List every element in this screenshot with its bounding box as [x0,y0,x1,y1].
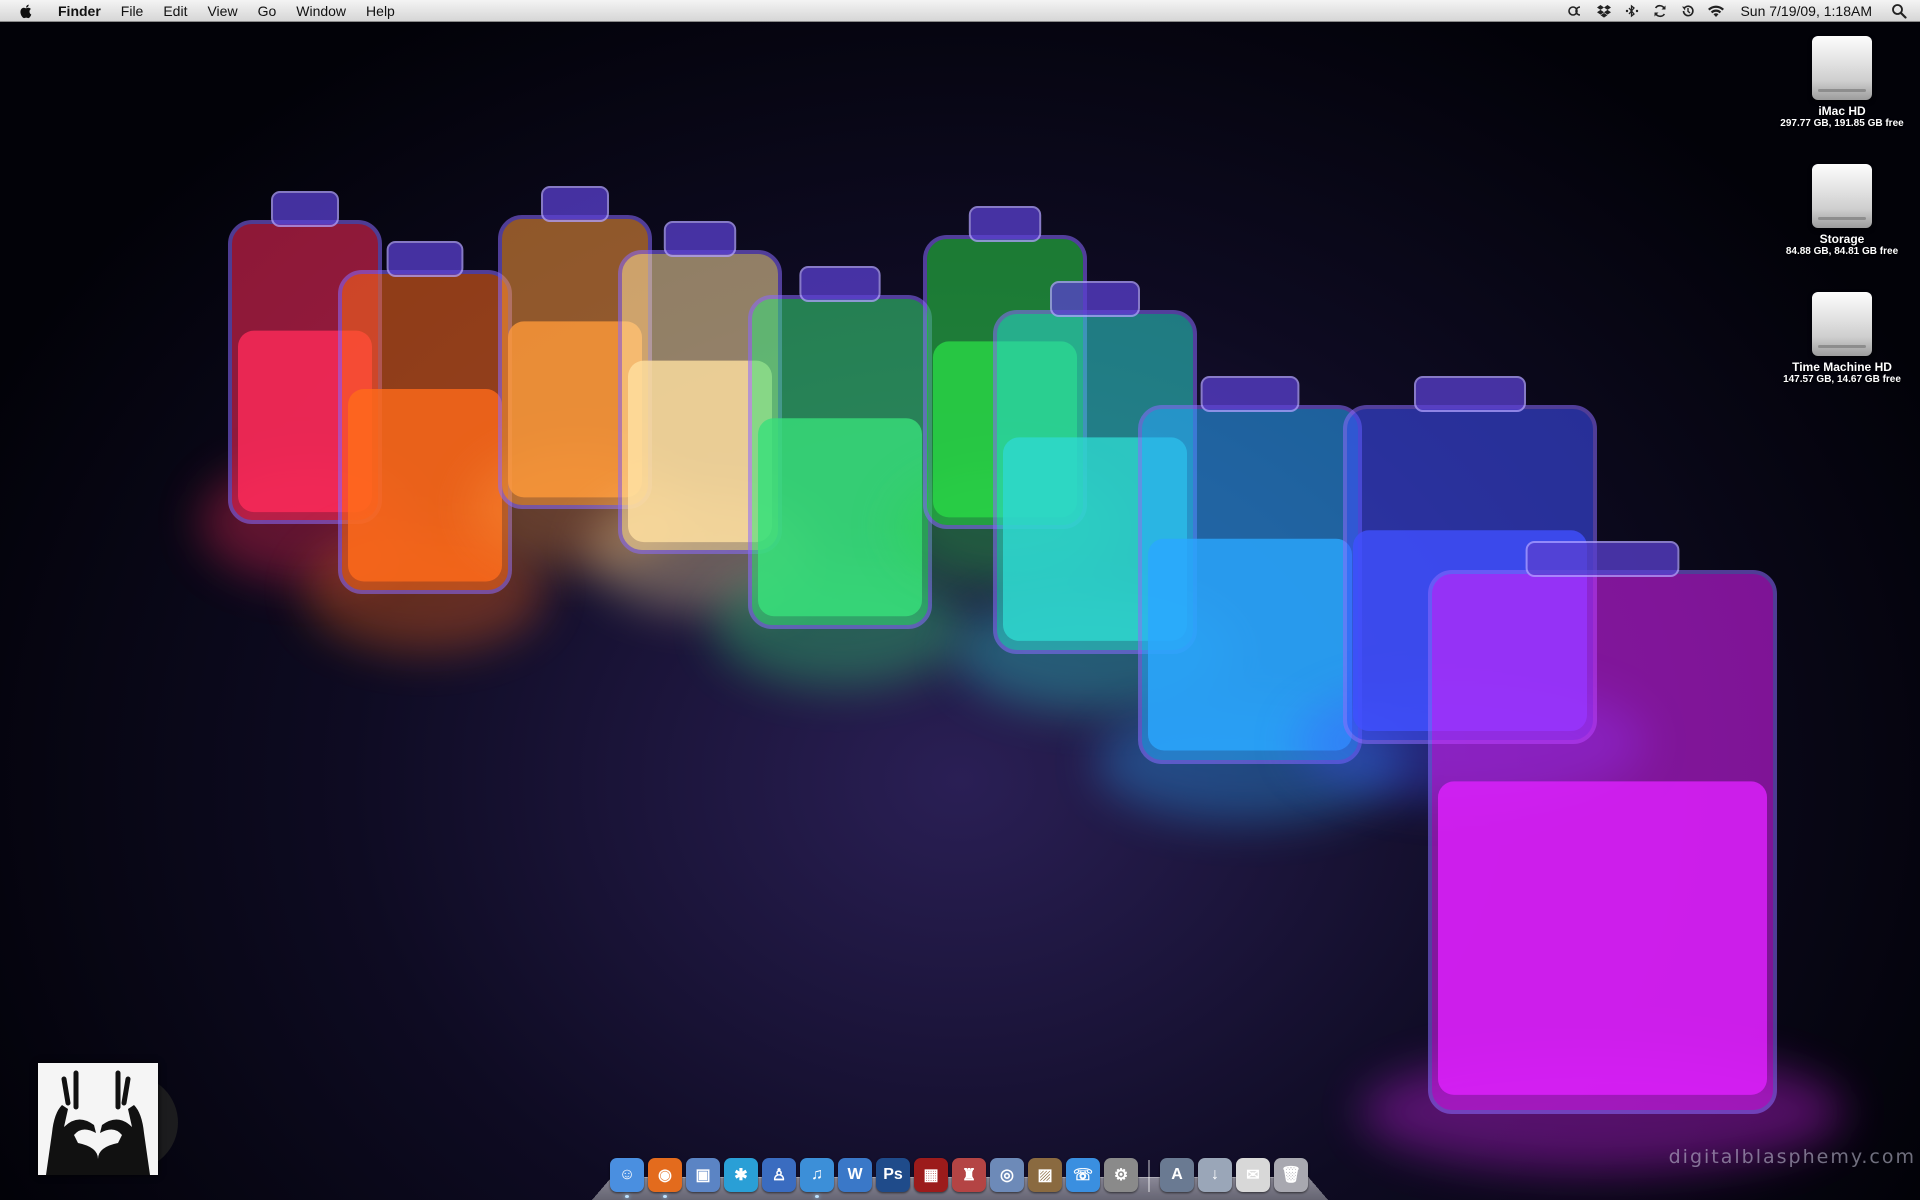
drive-info: 297.77 GB, 191.85 GB free [1767,118,1917,129]
automator-icon[interactable]: ♙ [762,1158,796,1192]
menu-help[interactable]: Help [356,0,405,22]
finder-icon[interactable]: ☺ [610,1158,644,1192]
menu-window[interactable]: Window [286,0,356,22]
dock: ☺ ◉ ▣ ✱ ♙ ♫ W Ps ▦ ♜ ◎ ▨ ☏ ⚙ A ↓ ✉ 🗑 [610,1150,1308,1192]
menu-bar: Finder File Edit View Go Window Help Sun… [0,0,1920,22]
drive-name: iMac HD [1767,104,1917,118]
creative-suite-icon[interactable] [1567,3,1585,19]
menu-go[interactable]: Go [248,0,287,22]
spotlight-icon[interactable] [1890,3,1908,19]
wallpaper-watermark: digitalblasphemy.com [1669,1146,1916,1168]
hard-drive-icon [1812,36,1872,100]
jar-neck [1051,282,1139,316]
delicious-library-icon[interactable]: ♜ [952,1158,986,1192]
jar-neck [665,222,735,256]
wifi-icon[interactable] [1707,3,1725,19]
system-preferences-icon[interactable]: ⚙ [1104,1158,1138,1192]
sync-icon[interactable] [1651,3,1669,19]
dock-separator [1148,1160,1150,1192]
desktop-drive-time-machine-hd[interactable]: Time Machine HD 147.57 GB, 14.67 GB free [1767,292,1917,385]
drive-name: Storage [1767,232,1917,246]
firefox-icon[interactable]: ◉ [648,1158,682,1192]
dropbox-icon[interactable] [1595,3,1613,19]
menu-view[interactable]: View [197,0,247,22]
jar-neck [272,192,338,226]
trash-icon[interactable]: 🗑 [1274,1158,1308,1192]
applications-stack-icon[interactable]: A [1160,1158,1194,1192]
wallpaper [0,22,1920,1200]
preview-icon[interactable]: ▣ [686,1158,720,1192]
hard-drive-icon [1812,292,1872,356]
desktop-drive-storage[interactable]: Storage 84.88 GB, 84.81 GB free [1767,164,1917,257]
itunes-icon[interactable]: ♫ [800,1158,834,1192]
menu-edit[interactable]: Edit [153,0,197,22]
dvd-player-icon[interactable]: ▦ [914,1158,948,1192]
album-artwork[interactable] [38,1063,158,1175]
drive-name: Time Machine HD [1767,360,1917,374]
time-machine-icon[interactable] [1679,3,1697,19]
jar-neck [1202,377,1299,411]
jar-neck [1527,542,1679,576]
word-icon[interactable]: W [838,1158,872,1192]
ichat-icon[interactable]: ☏ [1066,1158,1100,1192]
menubar-clock[interactable]: Sun 7/19/09, 1:18AM [1740,3,1872,19]
running-indicator [663,1195,667,1198]
drive-info: 84.88 GB, 84.81 GB free [1767,246,1917,257]
jar-liquid [1438,781,1767,1095]
desktop-drive-imac-hd[interactable]: iMac HD 297.77 GB, 191.85 GB free [1767,36,1917,129]
jar-neck [800,267,879,301]
apple-icon[interactable] [18,3,34,19]
hands-heart-icon [38,1063,158,1175]
jar-neck [970,207,1040,241]
iphoto-icon[interactable]: ▨ [1028,1158,1062,1192]
hard-drive-icon [1812,164,1872,228]
jar-neck [1415,377,1525,411]
jar-neck [542,187,608,221]
menu-finder[interactable]: Finder [48,0,111,22]
downloads-stack-icon[interactable]: ↓ [1198,1158,1232,1192]
running-indicator [815,1195,819,1198]
documents-stack-icon[interactable]: ✉ [1236,1158,1270,1192]
network-utility-icon[interactable]: ✱ [724,1158,758,1192]
menu-file[interactable]: File [111,0,154,22]
quicktime-icon[interactable]: ◎ [990,1158,1024,1192]
photoshop-icon[interactable]: Ps [876,1158,910,1192]
running-indicator [625,1195,629,1198]
jar-neck [388,242,463,276]
drive-info: 147.57 GB, 14.67 GB free [1767,374,1917,385]
bluetooth-icon[interactable] [1623,3,1641,19]
